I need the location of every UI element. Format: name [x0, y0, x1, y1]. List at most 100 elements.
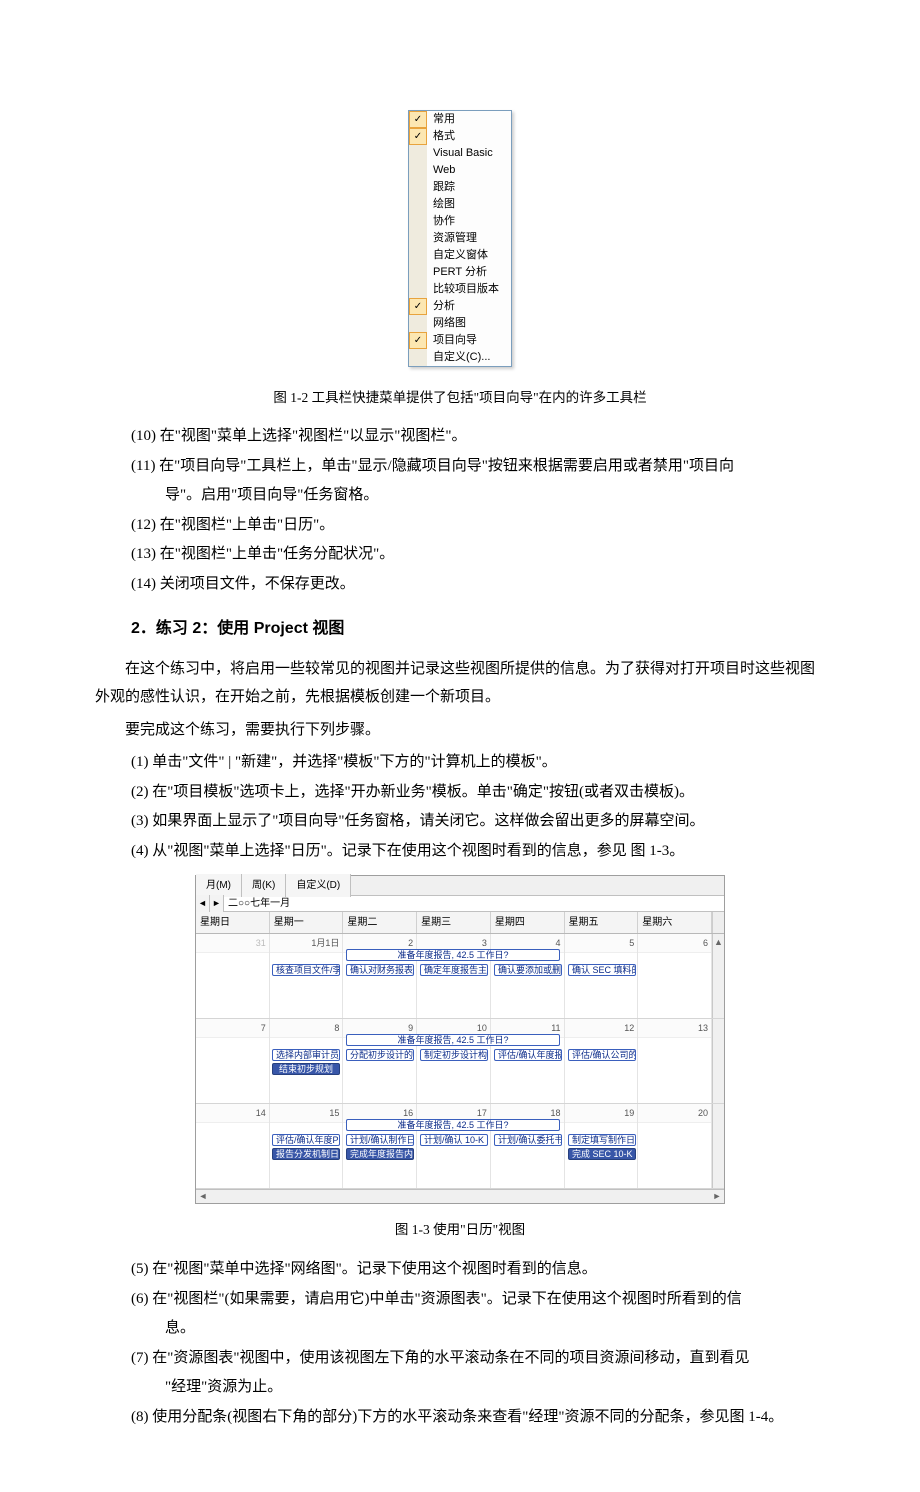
calendar-task-bar[interactable]: 评估/确认公司的 — [568, 1049, 636, 1061]
menu-item-label: 网络图 — [427, 318, 466, 329]
menu-item[interactable]: Web — [409, 162, 511, 179]
calendar-task-span[interactable]: 准备年度报告, 42.5 工作日? — [346, 1119, 560, 1131]
calendar-task-bar[interactable]: 计划/确认委托书 — [494, 1134, 562, 1146]
calendar-month-label: 二○○七年一月 — [224, 894, 308, 913]
calendar-task-bar-done[interactable]: 结束初步规划 — [272, 1063, 340, 1075]
menu-item[interactable]: 跟踪 — [409, 179, 511, 196]
calendar-day-number: 5 — [565, 934, 638, 953]
check-icon — [409, 196, 427, 213]
calendar-day-cell[interactable]: 13 — [638, 1019, 712, 1103]
menu-item-label: 资源管理 — [427, 233, 477, 244]
menu-item[interactable]: 比较项目版本 — [409, 281, 511, 298]
menu-item[interactable]: 自定义窗体 — [409, 247, 511, 264]
calendar-day-cell[interactable]: 14 — [196, 1104, 270, 1188]
prev-month-button[interactable]: ◄ — [196, 895, 210, 912]
calendar-day-cell[interactable]: 8 — [270, 1019, 344, 1103]
scroll-left-icon[interactable]: ◄ — [196, 1188, 210, 1205]
menu-item[interactable]: 资源管理 — [409, 230, 511, 247]
calendar-day-cell[interactable]: 3 — [417, 934, 491, 1018]
calendar-task-bar[interactable]: 确认 SEC 填料的 — [568, 964, 636, 976]
step-12: (12) 在"视图栏"上单击"日历"。 — [95, 511, 825, 540]
calendar-task-bar[interactable]: 计划/确认制作日 — [346, 1134, 414, 1146]
calendar-day-number: 7 — [196, 1019, 269, 1038]
menu-item-label: 项目向导 — [427, 335, 477, 346]
calendar-day-cell[interactable]: 19 — [565, 1104, 639, 1188]
menu-item[interactable]: 协作 — [409, 213, 511, 230]
calendar-view: 月(M) 周(K) 自定义(D) ◄ ► 二○○七年一月 星期日星期一星期二星期… — [195, 875, 725, 1204]
calendar-task-bar[interactable]: 确定年度报告主 — [420, 964, 488, 976]
calendar-day-cell[interactable]: 4 — [491, 934, 565, 1018]
menu-item[interactable]: 绘图 — [409, 196, 511, 213]
calendar-day-cell[interactable]: 2 — [343, 934, 417, 1018]
check-icon — [409, 349, 427, 366]
menu-item[interactable]: ✓分析 — [409, 298, 511, 315]
menu-item[interactable]: Visual Basic — [409, 145, 511, 162]
step-3: (3) 如果界面上显示了"项目向导"任务窗格，请关闭它。这样做会留出更多的屏幕空… — [95, 807, 825, 836]
menu-item-label: 比较项目版本 — [427, 284, 499, 295]
calendar-vscroll-segment[interactable]: ▲ — [712, 934, 724, 1018]
calendar-day-header-cell: 星期四 — [491, 912, 565, 933]
menu-item[interactable]: 网络图 — [409, 315, 511, 332]
next-month-button[interactable]: ► — [210, 895, 224, 912]
section-2-heading: 2．练习 2：使用 Project 视图 — [131, 614, 825, 644]
step-4: (4) 从"视图"菜单上选择"日历"。记录下在使用这个视图时看到的信息，参见 图… — [95, 837, 825, 866]
calendar-task-bar[interactable]: 核查项目文件/李 — [272, 964, 340, 976]
calendar-task-bar[interactable]: 选择内部审计员 — [272, 1049, 340, 1061]
calendar-task-bar-done[interactable]: 完成 SEC 10-K — [568, 1148, 636, 1160]
calendar-day-cell[interactable]: 5 — [565, 934, 639, 1018]
calendar-task-span[interactable]: 准备年度报告, 42.5 工作日? — [346, 949, 560, 961]
calendar-hscrollbar[interactable]: ◄ ► — [196, 1189, 724, 1203]
menu-item[interactable]: ✓项目向导 — [409, 332, 511, 349]
menu-item[interactable]: ✓格式 — [409, 128, 511, 145]
calendar-task-bar[interactable]: 确认对财务报表 — [346, 964, 414, 976]
calendar-day-cell[interactable]: 12 — [565, 1019, 639, 1103]
calendar-vscroll-segment[interactable] — [712, 1019, 724, 1103]
menu-item[interactable]: PERT 分析 — [409, 264, 511, 281]
calendar-task-bar-done[interactable]: 完成年度报告内 — [346, 1148, 414, 1160]
figure-1-2: ✓常用✓格式 Visual Basic Web跟踪绘图协作资源管理自定义窗体PERT… — [95, 110, 825, 377]
menu-item-label: Visual Basic — [427, 148, 493, 159]
menu-item-label: 自定义(C)... — [427, 352, 490, 363]
calendar-task-bar[interactable]: 计划/确认 10-K — [420, 1134, 488, 1146]
calendar-task-bar-done[interactable]: 报告分发机制日 — [272, 1148, 340, 1160]
calendar-week-row: 311月1日23456▲ 准备年度报告, 42.5 工作日? 核查项目文件/李确认对… — [196, 934, 724, 1019]
calendar-day-header-cell: 星期六 — [638, 912, 712, 933]
calendar-vscroll-segment[interactable] — [712, 1104, 724, 1188]
step-6: (6) 在"视图栏"(如果需要，请启用它)中单击"资源图表"。记录下在使用这个视… — [95, 1285, 825, 1314]
menu-item[interactable]: 自定义(C)... — [409, 349, 511, 366]
check-icon: ✓ — [409, 298, 427, 315]
calendar-day-cell[interactable]: 11 — [491, 1019, 565, 1103]
figure-1-2-caption: 图 1-2 工具栏快捷菜单提供了包括"项目向导"在内的许多工具栏 — [95, 385, 825, 411]
check-icon — [409, 281, 427, 298]
calendar-day-header: 星期日星期一星期二星期三星期四星期五星期六 — [196, 912, 724, 934]
calendar-task-span[interactable]: 准备年度报告, 42.5 工作日? — [346, 1034, 560, 1046]
calendar-body: 311月1日23456▲ 准备年度报告, 42.5 工作日? 核查项目文件/李确认对… — [196, 934, 724, 1189]
calendar-task-bar[interactable]: 评估/确认年度报 — [494, 1049, 562, 1061]
calendar-day-cell[interactable]: 6 — [638, 934, 712, 1018]
calendar-task-bar[interactable]: 确认要添加或删 — [494, 964, 562, 976]
calendar-task-bar[interactable]: 分配初步设计的 — [346, 1049, 414, 1061]
step-11-cont: 导"。启用"项目向导"任务窗格。 — [95, 481, 825, 510]
section-2-para-1: 在这个练习中，将启用一些较常见的视图并记录这些视图所提供的信息。为了获得对打开项… — [95, 655, 825, 712]
calendar-day-cell[interactable]: 31 — [196, 934, 270, 1018]
calendar-day-number: 1月1日 — [270, 934, 343, 953]
calendar-day-cell[interactable]: 17 — [417, 1104, 491, 1188]
calendar-day-number: 31 — [196, 934, 269, 953]
figure-1-3-caption: 图 1-3 使用"日历"视图 — [95, 1217, 825, 1243]
calendar-day-cell[interactable]: 20 — [638, 1104, 712, 1188]
calendar-day-cell[interactable]: 18 — [491, 1104, 565, 1188]
step-8: (8) 使用分配条(视图右下角的部分)下方的水平滚动条来查看"经理"资源不同的分… — [95, 1403, 825, 1432]
calendar-day-cell[interactable]: 10 — [417, 1019, 491, 1103]
step-11: (11) 在"项目向导"工具栏上，单击"显示/隐藏项目向导"按钮来根据需要启用或… — [95, 452, 825, 481]
scroll-right-icon[interactable]: ► — [710, 1188, 724, 1205]
calendar-day-number: 13 — [638, 1019, 711, 1038]
calendar-day-cell[interactable]: 16 — [343, 1104, 417, 1188]
calendar-day-cell[interactable]: 9 — [343, 1019, 417, 1103]
calendar-task-bar[interactable]: 制定填写制作日 — [568, 1134, 636, 1146]
calendar-task-bar[interactable]: 评估/确认年度P — [272, 1134, 340, 1146]
menu-item[interactable]: ✓常用 — [409, 111, 511, 128]
calendar-day-cell[interactable]: 1月1日 — [270, 934, 344, 1018]
calendar-day-cell[interactable]: 7 — [196, 1019, 270, 1103]
calendar-task-bar[interactable]: 制定初步设计构 — [420, 1049, 488, 1061]
calendar-day-cell[interactable]: 15 — [270, 1104, 344, 1188]
